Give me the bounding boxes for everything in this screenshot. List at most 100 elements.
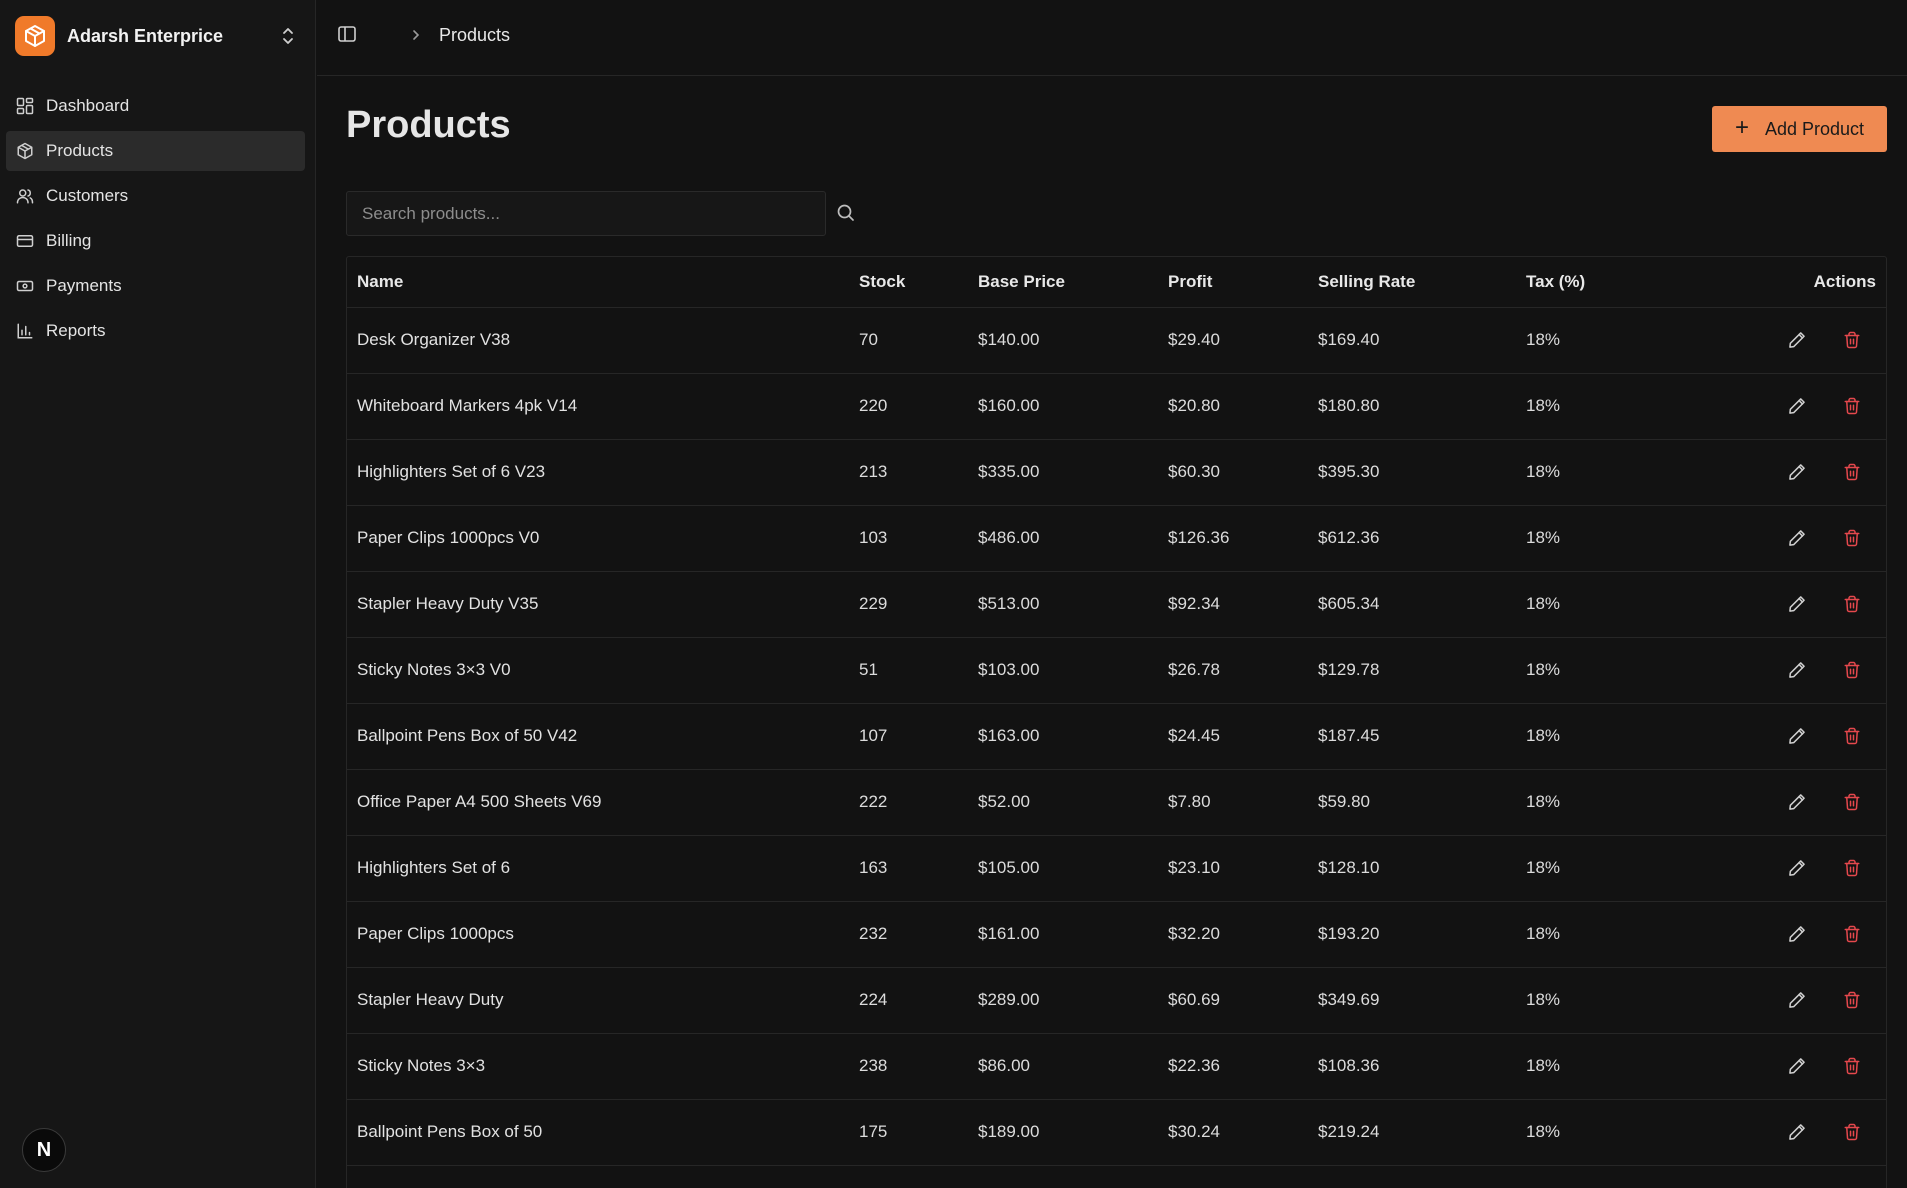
sidebar-item-label: Reports xyxy=(46,321,106,340)
delete-icon[interactable] xyxy=(1840,790,1864,814)
product-selling-rate: $349.69 xyxy=(1318,967,1526,1034)
card-icon xyxy=(16,235,34,247)
product-name: Paper Clips 1000pcs V0 xyxy=(347,505,859,572)
sidebar-toggle-icon[interactable] xyxy=(337,24,361,48)
product-stock: 224 xyxy=(859,967,978,1034)
edit-icon[interactable] xyxy=(1785,658,1809,682)
product-selling-rate: $128.10 xyxy=(1318,835,1526,902)
delete-icon[interactable] xyxy=(1840,724,1864,748)
edit-icon[interactable] xyxy=(1785,1120,1809,1144)
team-switcher[interactable]: Adarsh Enterprice xyxy=(15,16,305,56)
product-actions xyxy=(1676,1099,1886,1166)
delete-icon[interactable] xyxy=(1840,526,1864,550)
product-selling-rate: $108.36 xyxy=(1318,1033,1526,1100)
column-header-stock[interactable]: Stock xyxy=(859,257,978,308)
product-tax: 18% xyxy=(1526,901,1676,968)
product-selling-rate: $169.40 xyxy=(1318,307,1526,374)
sidebar-item-billing[interactable]: Billing xyxy=(6,221,305,261)
product-tax: 18% xyxy=(1526,703,1676,770)
sidebar-item-reports[interactable]: Reports xyxy=(6,311,305,351)
edit-icon[interactable] xyxy=(1785,460,1809,484)
column-header-selling-rate[interactable]: Selling Rate xyxy=(1318,257,1526,308)
product-actions xyxy=(1676,703,1886,770)
edit-icon[interactable] xyxy=(1785,328,1809,352)
table-row: Highlighters Set of 6 V23 213 $335.00 $6… xyxy=(347,439,1886,506)
delete-icon[interactable] xyxy=(1840,922,1864,946)
delete-icon[interactable] xyxy=(1840,394,1864,418)
sidebar-item-dashboard[interactable]: Dashboard xyxy=(6,86,305,126)
table-row: Sticky Notes 3×3 238 $86.00 $22.36 $108.… xyxy=(347,1033,1886,1100)
product-name: Office Paper A4 500 Sheets V69 xyxy=(347,769,859,836)
product-tax: 18% xyxy=(1526,967,1676,1034)
add-product-label: Add Product xyxy=(1764,118,1865,139)
search-input[interactable] xyxy=(346,191,826,236)
product-selling-rate: $219.24 xyxy=(1318,1099,1526,1166)
product-profit: $60.30 xyxy=(1168,439,1318,506)
product-actions xyxy=(1676,373,1886,440)
nextjs-badge[interactable]: N xyxy=(22,1128,66,1172)
edit-icon[interactable] xyxy=(1785,592,1809,616)
edit-icon[interactable] xyxy=(1785,790,1809,814)
delete-icon[interactable] xyxy=(1840,1054,1864,1078)
edit-icon[interactable] xyxy=(1785,922,1809,946)
product-stock: 213 xyxy=(859,439,978,506)
table-row: Whiteboard Markers 4pk V14 220 $160.00 $… xyxy=(347,373,1886,440)
product-base-price: $160.00 xyxy=(978,373,1168,440)
delete-icon[interactable] xyxy=(1840,658,1864,682)
product-base-price: $289.00 xyxy=(978,967,1168,1034)
edit-icon[interactable] xyxy=(1785,856,1809,880)
column-header-base-price[interactable]: Base Price xyxy=(978,257,1168,308)
product-actions xyxy=(1676,901,1886,968)
column-header-tax[interactable]: Tax (%) xyxy=(1526,257,1676,308)
edit-icon[interactable] xyxy=(1785,394,1809,418)
product-base-price: $86.00 xyxy=(978,1033,1168,1100)
products-table: Name Stock Base Price Profit Selling Rat… xyxy=(346,256,1887,1188)
sidebar-item-label: Dashboard xyxy=(46,96,130,115)
product-stock: 238 xyxy=(859,1033,978,1100)
product-actions xyxy=(1676,769,1886,836)
product-profit: $24.45 xyxy=(1168,703,1318,770)
delete-icon[interactable] xyxy=(1840,1120,1864,1144)
product-actions xyxy=(1676,967,1886,1034)
product-base-price: $335.00 xyxy=(978,439,1168,506)
delete-icon[interactable] xyxy=(1840,460,1864,484)
product-name: Highlighters Set of 6 xyxy=(347,835,859,902)
product-tax: 18% xyxy=(1526,769,1676,836)
product-tax: 18% xyxy=(1526,835,1676,902)
product-name: Sticky Notes 3×3 xyxy=(347,1033,859,1100)
product-name: Desk Organizer V38 xyxy=(347,307,859,374)
product-base-price: $189.00 xyxy=(978,1099,1168,1166)
product-tax: 18% xyxy=(1526,505,1676,572)
edit-icon[interactable] xyxy=(1785,988,1809,1012)
product-name: Stapler Heavy Duty V35 xyxy=(347,571,859,638)
product-selling-rate: $395.30 xyxy=(1318,439,1526,506)
product-stock: 232 xyxy=(859,901,978,968)
edit-icon[interactable] xyxy=(1785,724,1809,748)
add-product-button[interactable]: + Add Product xyxy=(1712,106,1887,152)
delete-icon[interactable] xyxy=(1840,856,1864,880)
edit-icon[interactable] xyxy=(1785,1054,1809,1078)
product-tax: 18% xyxy=(1526,1033,1676,1100)
product-selling-rate: $59.80 xyxy=(1318,769,1526,836)
column-header-profit[interactable]: Profit xyxy=(1168,257,1318,308)
search-icon[interactable] xyxy=(836,203,856,228)
product-selling-rate: $605.34 xyxy=(1318,571,1526,638)
product-profit: $26.78 xyxy=(1168,637,1318,704)
product-stock: 229 xyxy=(859,571,978,638)
delete-icon[interactable] xyxy=(1840,328,1864,352)
sidebar-item-payments[interactable]: Payments xyxy=(6,266,305,306)
edit-icon[interactable] xyxy=(1785,526,1809,550)
delete-icon[interactable] xyxy=(1840,592,1864,616)
product-base-price: $105.00 xyxy=(978,835,1168,902)
product-tax: 18% xyxy=(1526,637,1676,704)
product-stock: 222 xyxy=(859,769,978,836)
product-actions xyxy=(1676,439,1886,506)
sidebar-item-customers[interactable]: Customers xyxy=(6,176,305,216)
product-stock: 103 xyxy=(859,505,978,572)
plus-icon: + xyxy=(1734,113,1749,141)
chevrons-up-down-icon[interactable] xyxy=(275,23,301,49)
column-header-name[interactable]: Name xyxy=(347,257,859,308)
sidebar-item-products[interactable]: Products xyxy=(6,131,305,171)
delete-icon[interactable] xyxy=(1840,988,1864,1012)
product-base-price: $486.00 xyxy=(978,505,1168,572)
